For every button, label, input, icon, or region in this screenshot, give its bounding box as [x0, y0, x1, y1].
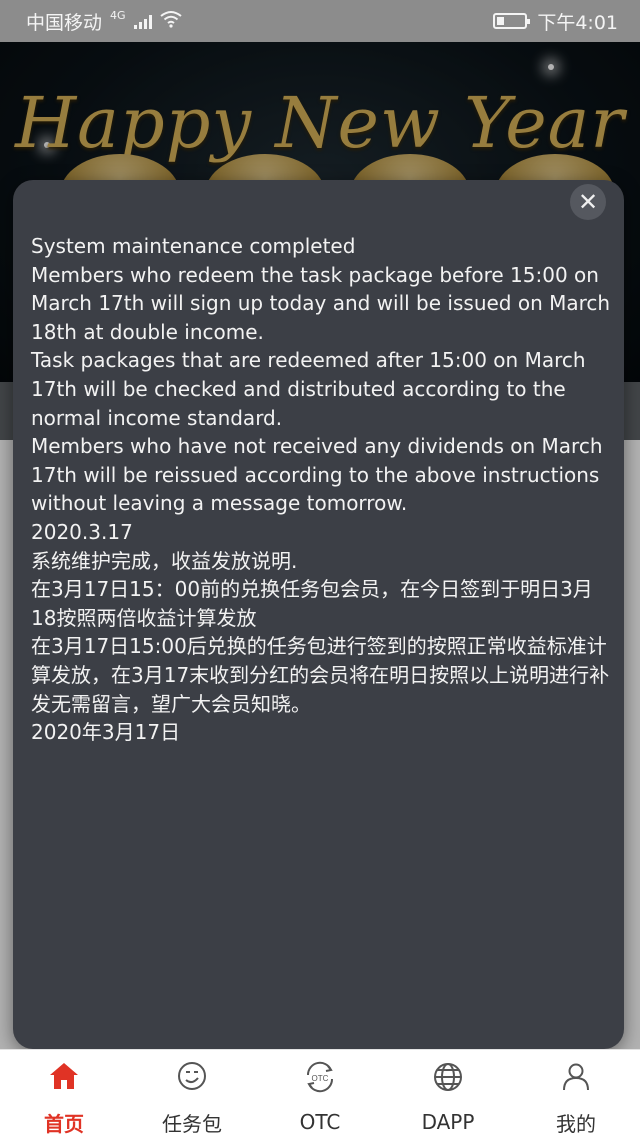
task-package-icon: [175, 1060, 209, 1092]
battery-icon: [493, 13, 531, 29]
notice-line: 2020.3.17: [31, 519, 133, 544]
notice-line: 在3月17日15：00前的兑换任务包会员，在今日签到于明日3月18按照两倍收益计…: [31, 577, 593, 630]
network-type: 4G: [110, 8, 126, 22]
notice-line: Task packages that are redeemed after 15…: [31, 348, 586, 430]
svg-text:OTC: OTC: [312, 1074, 329, 1083]
status-bar: 中国移动 4G 下午4:01: [0, 0, 640, 42]
tab-task-package[interactable]: 任务包: [128, 1050, 256, 1137]
notice-content: System maintenance completed Members who…: [31, 232, 611, 747]
notice-line: System maintenance completed: [31, 234, 356, 258]
tab-label: 我的: [556, 1112, 596, 1136]
user-icon: [559, 1060, 593, 1092]
status-left: 中国移动 4G: [26, 8, 182, 35]
tab-label: 首页: [44, 1112, 84, 1136]
tab-mine[interactable]: 我的: [512, 1050, 640, 1137]
signal-icon: [133, 13, 152, 29]
notice-modal: ✕ System maintenance completed Members w…: [13, 180, 624, 1049]
tab-label: OTC: [299, 1110, 341, 1134]
notice-line: 2020年3月17日: [31, 720, 181, 745]
tab-otc[interactable]: OTC OTC: [256, 1050, 384, 1137]
notice-line: Members who have not received any divide…: [31, 434, 603, 516]
wifi-icon: [159, 10, 182, 33]
status-right: 下午4:01: [493, 8, 618, 35]
status-time: 下午4:01: [537, 11, 618, 34]
home-icon: [47, 1060, 81, 1092]
notice-line: 在3月17日15:00后兑换的任务包进行签到的按照正常收益标准计算发放，在3月1…: [31, 634, 610, 716]
tab-home[interactable]: 首页: [0, 1050, 128, 1137]
bottom-tab-bar: 首页 任务包 OTC OTC DAPP 我的: [0, 1049, 640, 1137]
notice-line: 系统维护完成，收益发放说明.: [31, 548, 298, 573]
tab-label: DAPP: [421, 1110, 475, 1134]
carrier-name: 中国移动: [26, 11, 103, 34]
otc-icon: OTC: [303, 1060, 337, 1094]
close-icon: ✕: [577, 188, 599, 216]
notice-line: Members who redeem the task package befo…: [31, 262, 611, 344]
tab-label: 任务包: [162, 1112, 222, 1136]
tab-dapp[interactable]: DAPP: [384, 1050, 512, 1137]
globe-icon: [431, 1060, 465, 1094]
close-button[interactable]: ✕: [570, 184, 606, 220]
